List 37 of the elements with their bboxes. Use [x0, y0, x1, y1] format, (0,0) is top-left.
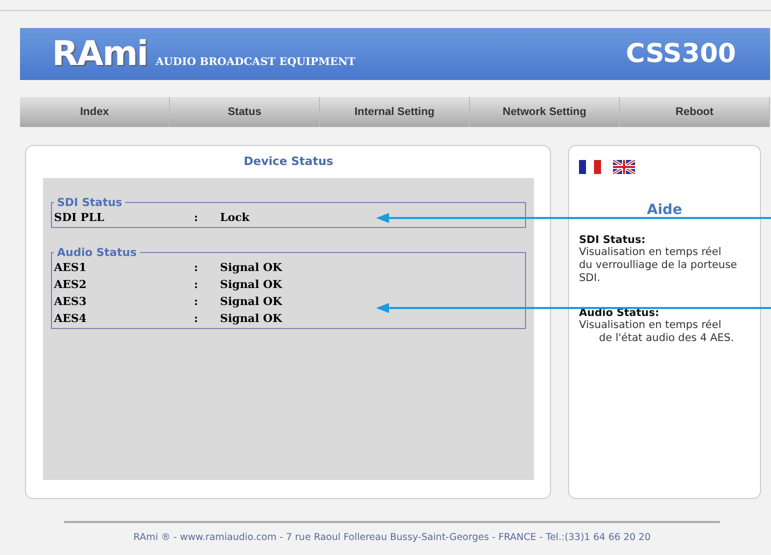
help-heading: SDI Status:	[579, 234, 646, 246]
nav-link[interactable]: Index	[20, 97, 170, 127]
separator: :	[194, 261, 200, 274]
help-title: Aide	[646, 202, 684, 218]
help-text: SDI.	[579, 272, 602, 285]
help-text: Visualisation en temps réel	[579, 319, 722, 332]
nav-link[interactable]: Network Setting	[470, 97, 620, 127]
british-flag-icon[interactable]	[613, 160, 635, 174]
nav-link[interactable]: Internal Setting	[320, 97, 470, 127]
status-name: SDI PLL	[54, 211, 106, 224]
help-text: Visualisation en temps réel	[579, 246, 722, 259]
group-legend: Audio Status	[54, 246, 140, 259]
logo: RAmi	[52, 34, 148, 74]
french-flag-icon[interactable]	[579, 160, 601, 174]
status-name: AES3	[54, 295, 88, 308]
help-text: de l'état audio des 4 AES.	[598, 332, 735, 345]
status-value: Signal OK	[220, 312, 282, 325]
status-name: AES2	[54, 278, 88, 291]
status-value: Signal OK	[220, 295, 282, 308]
group-legend: SDI Status	[54, 196, 126, 209]
help-heading: Audio Status:	[579, 307, 660, 319]
separator: :	[194, 295, 200, 308]
footer-text: RAmi ® - www.ramiaudio.com - 7 rue Raoul Follereau Bussy-Saint-Georges - FRANCE - Tel.:(33)1 64 66 20 20	[64, 521, 720, 543]
separator: :	[194, 211, 200, 224]
status-value: Signal OK	[220, 278, 282, 291]
status-name: AES1	[54, 261, 88, 274]
nav-link[interactable]: Status	[170, 97, 320, 127]
model-name: CSS300	[626, 39, 736, 69]
nav-link[interactable]: Reboot	[620, 97, 770, 127]
status-name: AES4	[54, 312, 88, 325]
status-value: Signal OK	[220, 261, 282, 274]
help-text: du verroulliage de la porteuse	[579, 259, 738, 272]
tagline: AUDIO BROADCAST EQUIPMENT	[156, 56, 356, 68]
separator: :	[194, 278, 200, 291]
status-value: Lock	[220, 211, 250, 224]
panel-title: Device Status	[244, 154, 334, 168]
separator: :	[194, 312, 200, 325]
